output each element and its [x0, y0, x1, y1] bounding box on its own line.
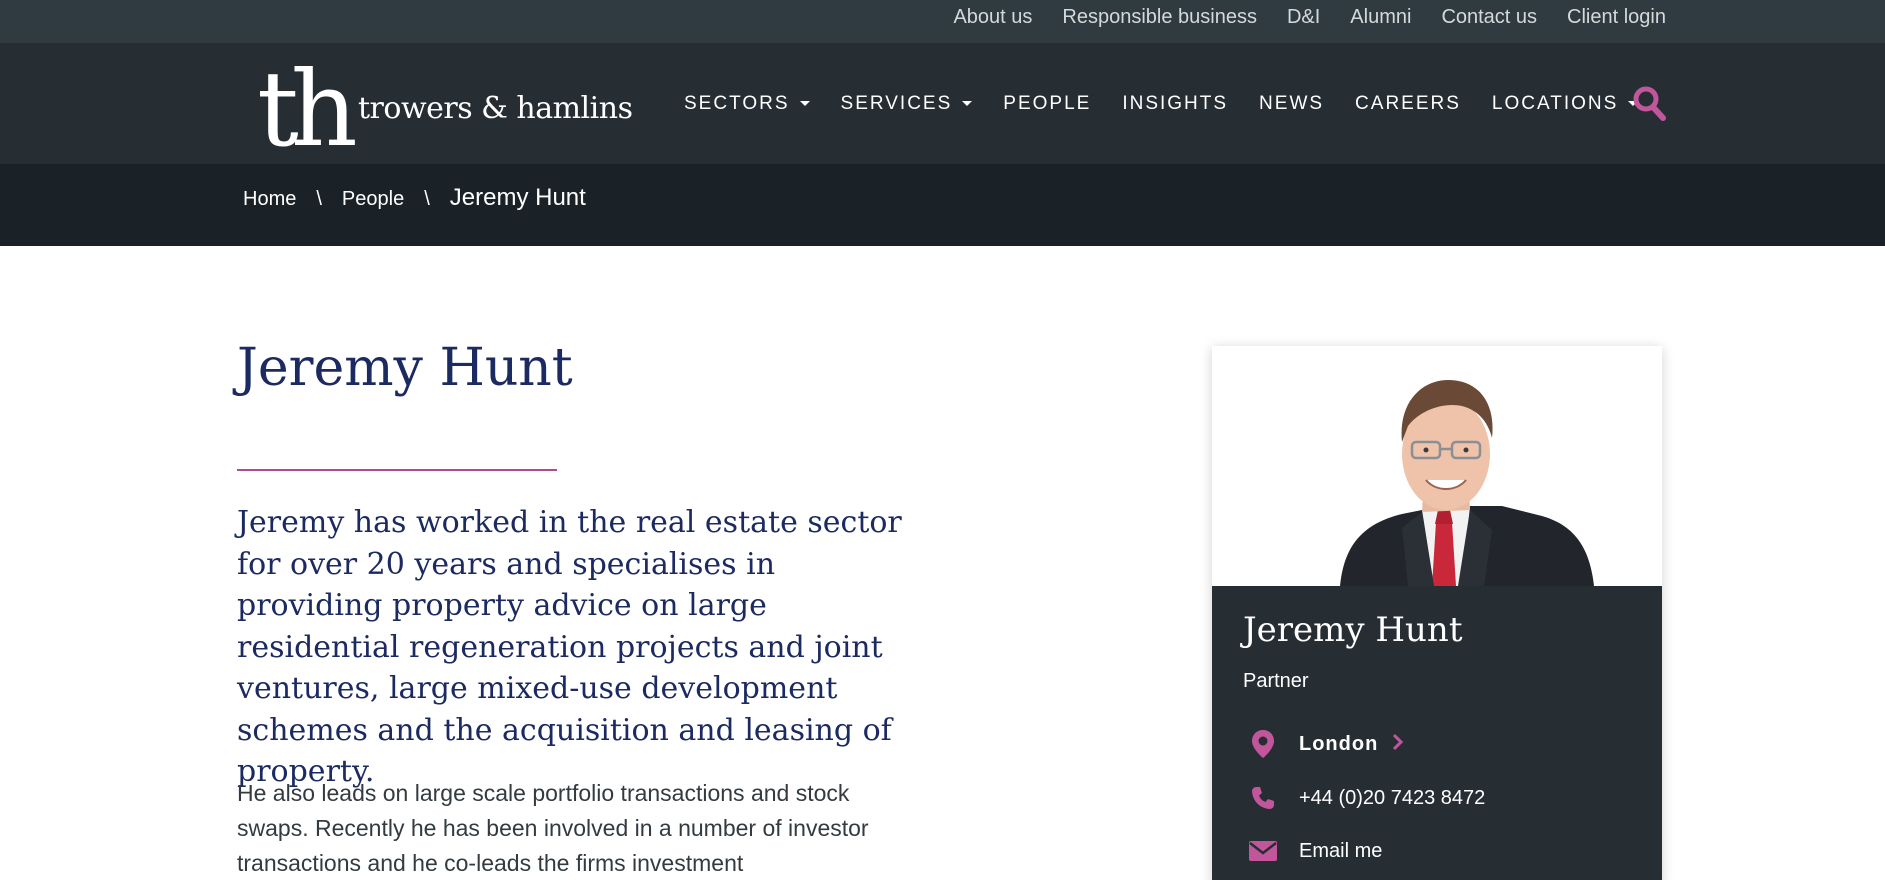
map-pin-icon: [1247, 728, 1279, 760]
logo-monogram-text: th: [257, 53, 355, 153]
title-divider: [237, 469, 557, 471]
page-title: Jeremy Hunt: [237, 338, 573, 398]
logo-wordmark: trowers & hamlins: [358, 91, 633, 126]
profile-portrait-image: [1212, 346, 1662, 586]
utility-bar: About us Responsible business D&I Alumni…: [0, 0, 1885, 43]
profile-lead-text: Jeremy has worked in the real estate sec…: [237, 505, 902, 789]
profile-card: Jeremy Hunt Partner London +44 (0)20 742…: [1212, 346, 1662, 880]
search-icon: [1633, 86, 1666, 121]
main-header: th trowers & hamlins SECTORS SERVICES PE…: [0, 43, 1885, 164]
nav-careers[interactable]: CAREERS: [1355, 93, 1461, 115]
breadcrumb-current: Jeremy Hunt: [449, 184, 586, 211]
breadcrumb-people[interactable]: People: [342, 188, 404, 211]
caret-down-icon: [962, 101, 973, 106]
search-button[interactable]: [1632, 85, 1666, 121]
email-link[interactable]: Email me: [1247, 835, 1382, 867]
utility-link-alumni[interactable]: Alumni: [1350, 6, 1411, 29]
nav-sectors-label: SECTORS: [684, 92, 790, 114]
breadcrumb-bar: Home \ People \ Jeremy Hunt: [0, 164, 1885, 246]
profile-photo: [1212, 346, 1662, 586]
nav-sectors[interactable]: SECTORS: [684, 93, 810, 115]
breadcrumb-separator: \: [316, 188, 322, 210]
nav-people-label: PEOPLE: [1003, 92, 1092, 114]
phone-icon: [1247, 782, 1279, 814]
nav-locations-label: LOCATIONS: [1491, 92, 1619, 114]
location-label: London: [1299, 732, 1379, 755]
breadcrumb-home[interactable]: Home: [243, 188, 296, 211]
utility-link-di[interactable]: D&I: [1287, 6, 1320, 29]
nav-insights[interactable]: INSIGHTS: [1122, 93, 1228, 115]
utility-nav: About us Responsible business D&I Alumni…: [923, 0, 1666, 34]
caret-down-icon: [799, 101, 810, 106]
nav-news[interactable]: NEWS: [1259, 93, 1324, 115]
site-logo[interactable]: th trowers & hamlins: [255, 53, 633, 153]
profile-body-text: He also leads on large scale portfolio t…: [237, 780, 869, 876]
utility-link-client-login[interactable]: Client login: [1567, 6, 1666, 29]
email-label: Email me: [1299, 839, 1383, 862]
utility-link-responsible-business[interactable]: Responsible business: [1062, 6, 1257, 29]
nav-insights-label: INSIGHTS: [1122, 92, 1229, 114]
nav-news-label: NEWS: [1259, 92, 1325, 114]
breadcrumb: Home \ People \ Jeremy Hunt: [243, 184, 586, 212]
card-name: Jeremy Hunt: [1243, 610, 1463, 650]
nav-people[interactable]: PEOPLE: [1003, 93, 1091, 115]
envelope-icon: [1247, 835, 1279, 867]
chevron-right-icon: [1392, 733, 1404, 756]
logo-monogram: th: [257, 53, 355, 153]
phone-number: +44 (0)20 7423 8472: [1299, 786, 1486, 809]
nav-locations[interactable]: LOCATIONS: [1491, 92, 1639, 115]
card-role: Partner: [1243, 670, 1309, 692]
nav-services[interactable]: SERVICES: [841, 93, 973, 115]
utility-link-about-us[interactable]: About us: [953, 6, 1032, 29]
utility-link-contact-us[interactable]: Contact us: [1441, 6, 1537, 29]
phone-row[interactable]: +44 (0)20 7423 8472: [1247, 782, 1485, 814]
nav-careers-label: CAREERS: [1355, 92, 1461, 114]
main-nav: SECTORS SERVICES PEOPLE INSIGHTS NEWS CA…: [684, 43, 1669, 164]
breadcrumb-separator: \: [424, 188, 430, 210]
location-link[interactable]: London: [1247, 728, 1404, 760]
profile-card-details: Jeremy Hunt Partner London +44 (0)20 742…: [1212, 586, 1662, 880]
nav-services-label: SERVICES: [840, 92, 953, 114]
